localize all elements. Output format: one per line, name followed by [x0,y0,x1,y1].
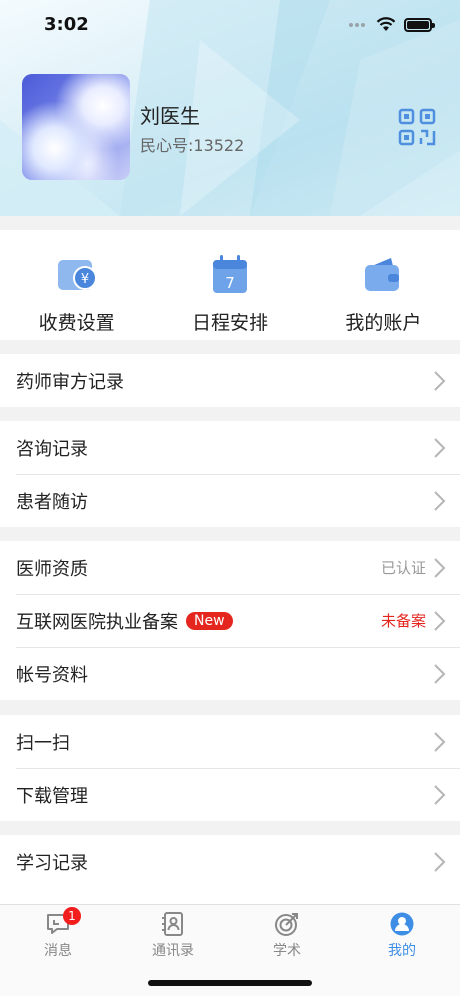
menu-group-pharmacist: 药师审方记录 [0,354,460,407]
menu-group-consult: 咨询记录 患者随访 [0,421,460,527]
filing-status: 未备案 [380,612,426,630]
home-indicator [148,980,312,986]
chevron-right-icon [434,491,446,511]
calendar-icon: 7 [212,255,247,293]
menu-group-tools: 扫一扫 下载管理 [0,715,460,821]
my-account-button[interactable]: 我的账户 [307,230,460,340]
chevron-right-icon [434,785,446,805]
menu-item-internet-hospital-filing[interactable]: 互联网医院执业备案 New 未备案 [0,594,460,647]
chevron-right-icon [434,371,446,391]
menu-group-study: 学习记录 [0,835,460,904]
menu-item-label: 互联网医院执业备案 [16,611,178,633]
menu-item-account-info[interactable]: 帐号资料 [0,647,460,700]
menu-item-consult-records[interactable]: 咨询记录 [0,421,460,474]
tab-label: 消息 [44,943,72,959]
status-time: 3:02 [44,14,89,35]
tab-academic[interactable]: 学术 [247,911,327,960]
menu-group-qualification: 医师资质 已认证 互联网医院执业备案 New 未备案 帐号资料 [0,541,460,700]
qr-code-icon[interactable] [398,108,436,146]
wifi-icon [376,17,396,31]
qualification-status: 已认证 [380,559,426,577]
chevron-right-icon [434,558,446,578]
tab-label: 学术 [273,943,301,959]
tab-mine[interactable]: 我的 [362,911,442,960]
tab-label: 我的 [388,943,416,959]
message-badge: 1 [63,907,81,925]
menu-item-scan[interactable]: 扫一扫 [0,715,460,768]
menu-item-label: 咨询记录 [16,438,88,460]
profile-header: 3:02 刘医生 民心号:13522 [0,0,460,216]
chevron-right-icon [434,664,446,684]
quick-actions: ¥ 收费设置 7 日程安排 我的账户 [0,230,460,340]
wallet-icon [365,258,400,291]
chevron-right-icon [434,732,446,752]
status-icons [348,17,435,32]
menu-item-label: 帐号资料 [16,664,88,686]
menu-item-label: 药师审方记录 [16,371,124,393]
calendar-day: 7 [225,274,235,292]
menu-item-download-manage[interactable]: 下载管理 [0,768,460,821]
my-account-label: 我的账户 [345,312,422,334]
target-icon [275,913,298,936]
signal-icon [349,22,365,27]
menu-item-patient-followup[interactable]: 患者随访 [0,474,460,527]
tab-messages[interactable]: 1 消息 [18,907,98,960]
menu-item-label: 患者随访 [16,491,88,513]
chevron-right-icon [434,852,446,872]
status-bar: 3:02 [0,0,460,50]
fee-settings-button[interactable]: ¥ 收费设置 [0,230,153,340]
menu-item-label: 学习记录 [16,852,88,874]
menu-item-label: 扫一扫 [16,732,70,754]
fee-settings-icon: ¥ [57,260,97,290]
tab-label: 通讯录 [152,943,194,959]
chevron-right-icon [434,438,446,458]
menu-item-doctor-qualification[interactable]: 医师资质 已认证 [0,541,460,594]
menu-item-study-records[interactable]: 学习记录 [0,835,460,888]
chevron-right-icon [434,611,446,631]
menu-item-label: 医师资质 [16,558,88,580]
svg-text:¥: ¥ [81,272,89,287]
new-badge: New [186,611,233,630]
fee-settings-label: 收费设置 [38,312,115,334]
contacts-icon [162,912,183,936]
menu-item-pharmacist-review[interactable]: 药师审方记录 [0,354,460,407]
doctor-id: 民心号:13522 [140,136,245,155]
doctor-name: 刘医生 [140,104,200,128]
profile-icon [390,912,414,936]
schedule-label: 日程安排 [191,312,268,334]
tab-icon-wrap: 1 [45,907,81,937]
menu-item-label: 下载管理 [16,785,88,807]
schedule-button[interactable]: 7 日程安排 [153,230,306,340]
battery-icon [404,17,435,32]
tab-contacts[interactable]: 通讯录 [133,911,213,960]
avatar[interactable] [22,74,130,180]
